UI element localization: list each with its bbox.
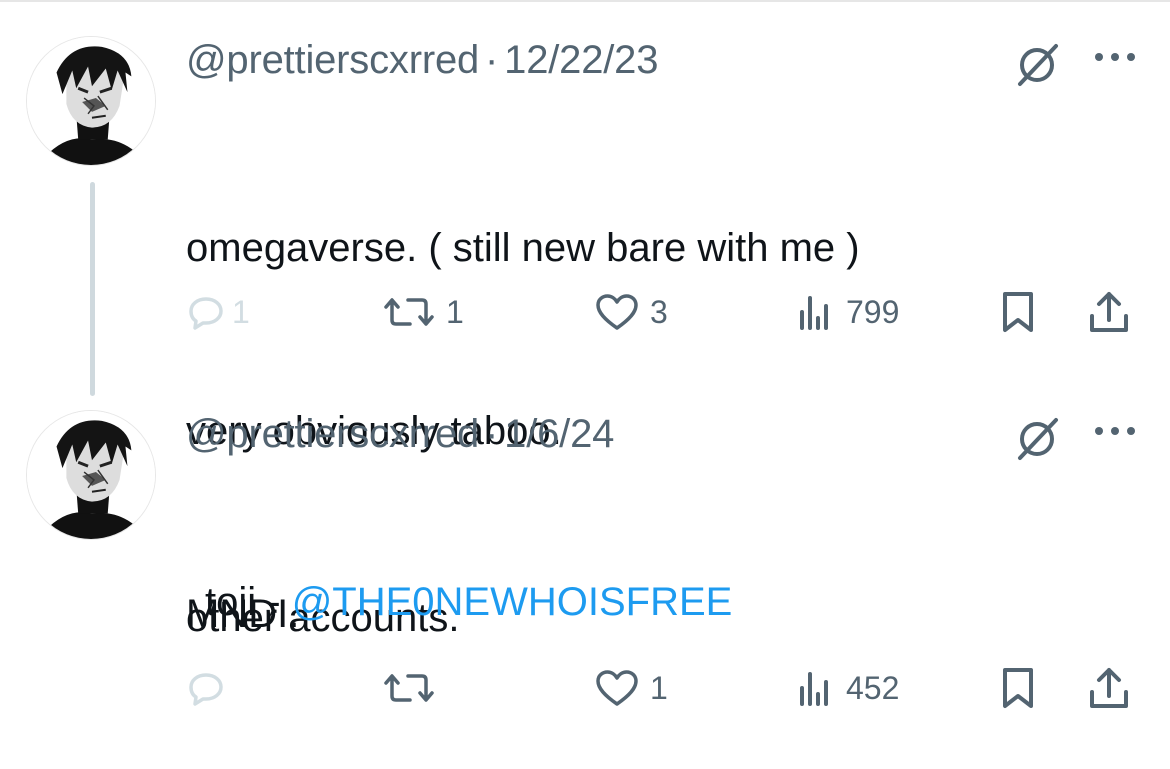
mention-link[interactable]: @THE0NEWHOISFREE (292, 580, 733, 624)
reply-icon (189, 297, 223, 330)
share-button[interactable] (1086, 660, 1132, 716)
reply-count: 1 (232, 293, 250, 330)
user-handle[interactable]: @prettierscxrred (186, 412, 479, 457)
share-icon (1090, 292, 1128, 332)
share-button[interactable] (1086, 284, 1132, 340)
like-count: 3 (650, 293, 668, 330)
like-button[interactable]: 1 (594, 660, 668, 716)
share-icon (1090, 668, 1128, 708)
view-count: 452 (846, 669, 900, 706)
heart-icon (596, 294, 638, 330)
view-count: 799 (846, 293, 900, 330)
views-button[interactable]: 799 (796, 284, 899, 340)
repost-icon (384, 298, 434, 326)
like-count: 1 (650, 669, 668, 706)
views-button[interactable]: 452 (796, 660, 899, 716)
mention-prefix: toji - (205, 580, 292, 624)
more-icon[interactable] (1090, 414, 1140, 454)
grok-icon[interactable] (1012, 40, 1062, 90)
tweet[interactable]: @prettierscxrred · 12/22/23 omegaverse. … (0, 36, 1170, 636)
repost-button[interactable] (382, 660, 436, 716)
views-icon (800, 296, 828, 330)
bookmark-button[interactable] (998, 284, 1038, 340)
tweet-mention-line: toji - @THE0NEWHOISFREE (205, 580, 732, 625)
header-separator: · (485, 411, 499, 456)
like-button[interactable]: 3 (594, 284, 668, 340)
more-icon[interactable] (1090, 40, 1140, 80)
bookmark-icon (1003, 668, 1033, 708)
tweet-header: @prettierscxrred · 12/22/23 (186, 36, 658, 84)
grok-icon[interactable] (1012, 414, 1062, 464)
repost-button[interactable]: 1 (382, 284, 464, 340)
avatar[interactable] (26, 410, 156, 540)
tweet-date[interactable]: 12/22/23 (504, 38, 658, 83)
tweet-text-line: omegaverse. ( still new bare with me ) (186, 226, 860, 270)
avatar[interactable] (26, 36, 156, 166)
bookmark-button[interactable] (998, 660, 1038, 716)
heart-icon (596, 670, 638, 706)
tweet[interactable]: @prettierscxrred · 1/6/24 other accounts… (0, 410, 1170, 710)
reply-button[interactable] (186, 660, 226, 716)
repost-icon (384, 674, 434, 702)
top-divider (0, 0, 1170, 2)
bookmark-icon (1003, 292, 1033, 332)
views-icon (800, 672, 828, 706)
reply-icon (189, 673, 223, 706)
tweet-header: @prettierscxrred · 1/6/24 (186, 410, 614, 458)
action-bar: 1 1 3 799 (0, 284, 1170, 340)
user-handle[interactable]: @prettierscxrred (186, 38, 479, 83)
action-bar: 1 452 (0, 660, 1170, 716)
reply-button[interactable]: 1 (186, 284, 250, 340)
repost-count: 1 (446, 293, 464, 330)
header-separator: · (485, 37, 499, 82)
tweet-date[interactable]: 1/6/24 (504, 412, 614, 457)
